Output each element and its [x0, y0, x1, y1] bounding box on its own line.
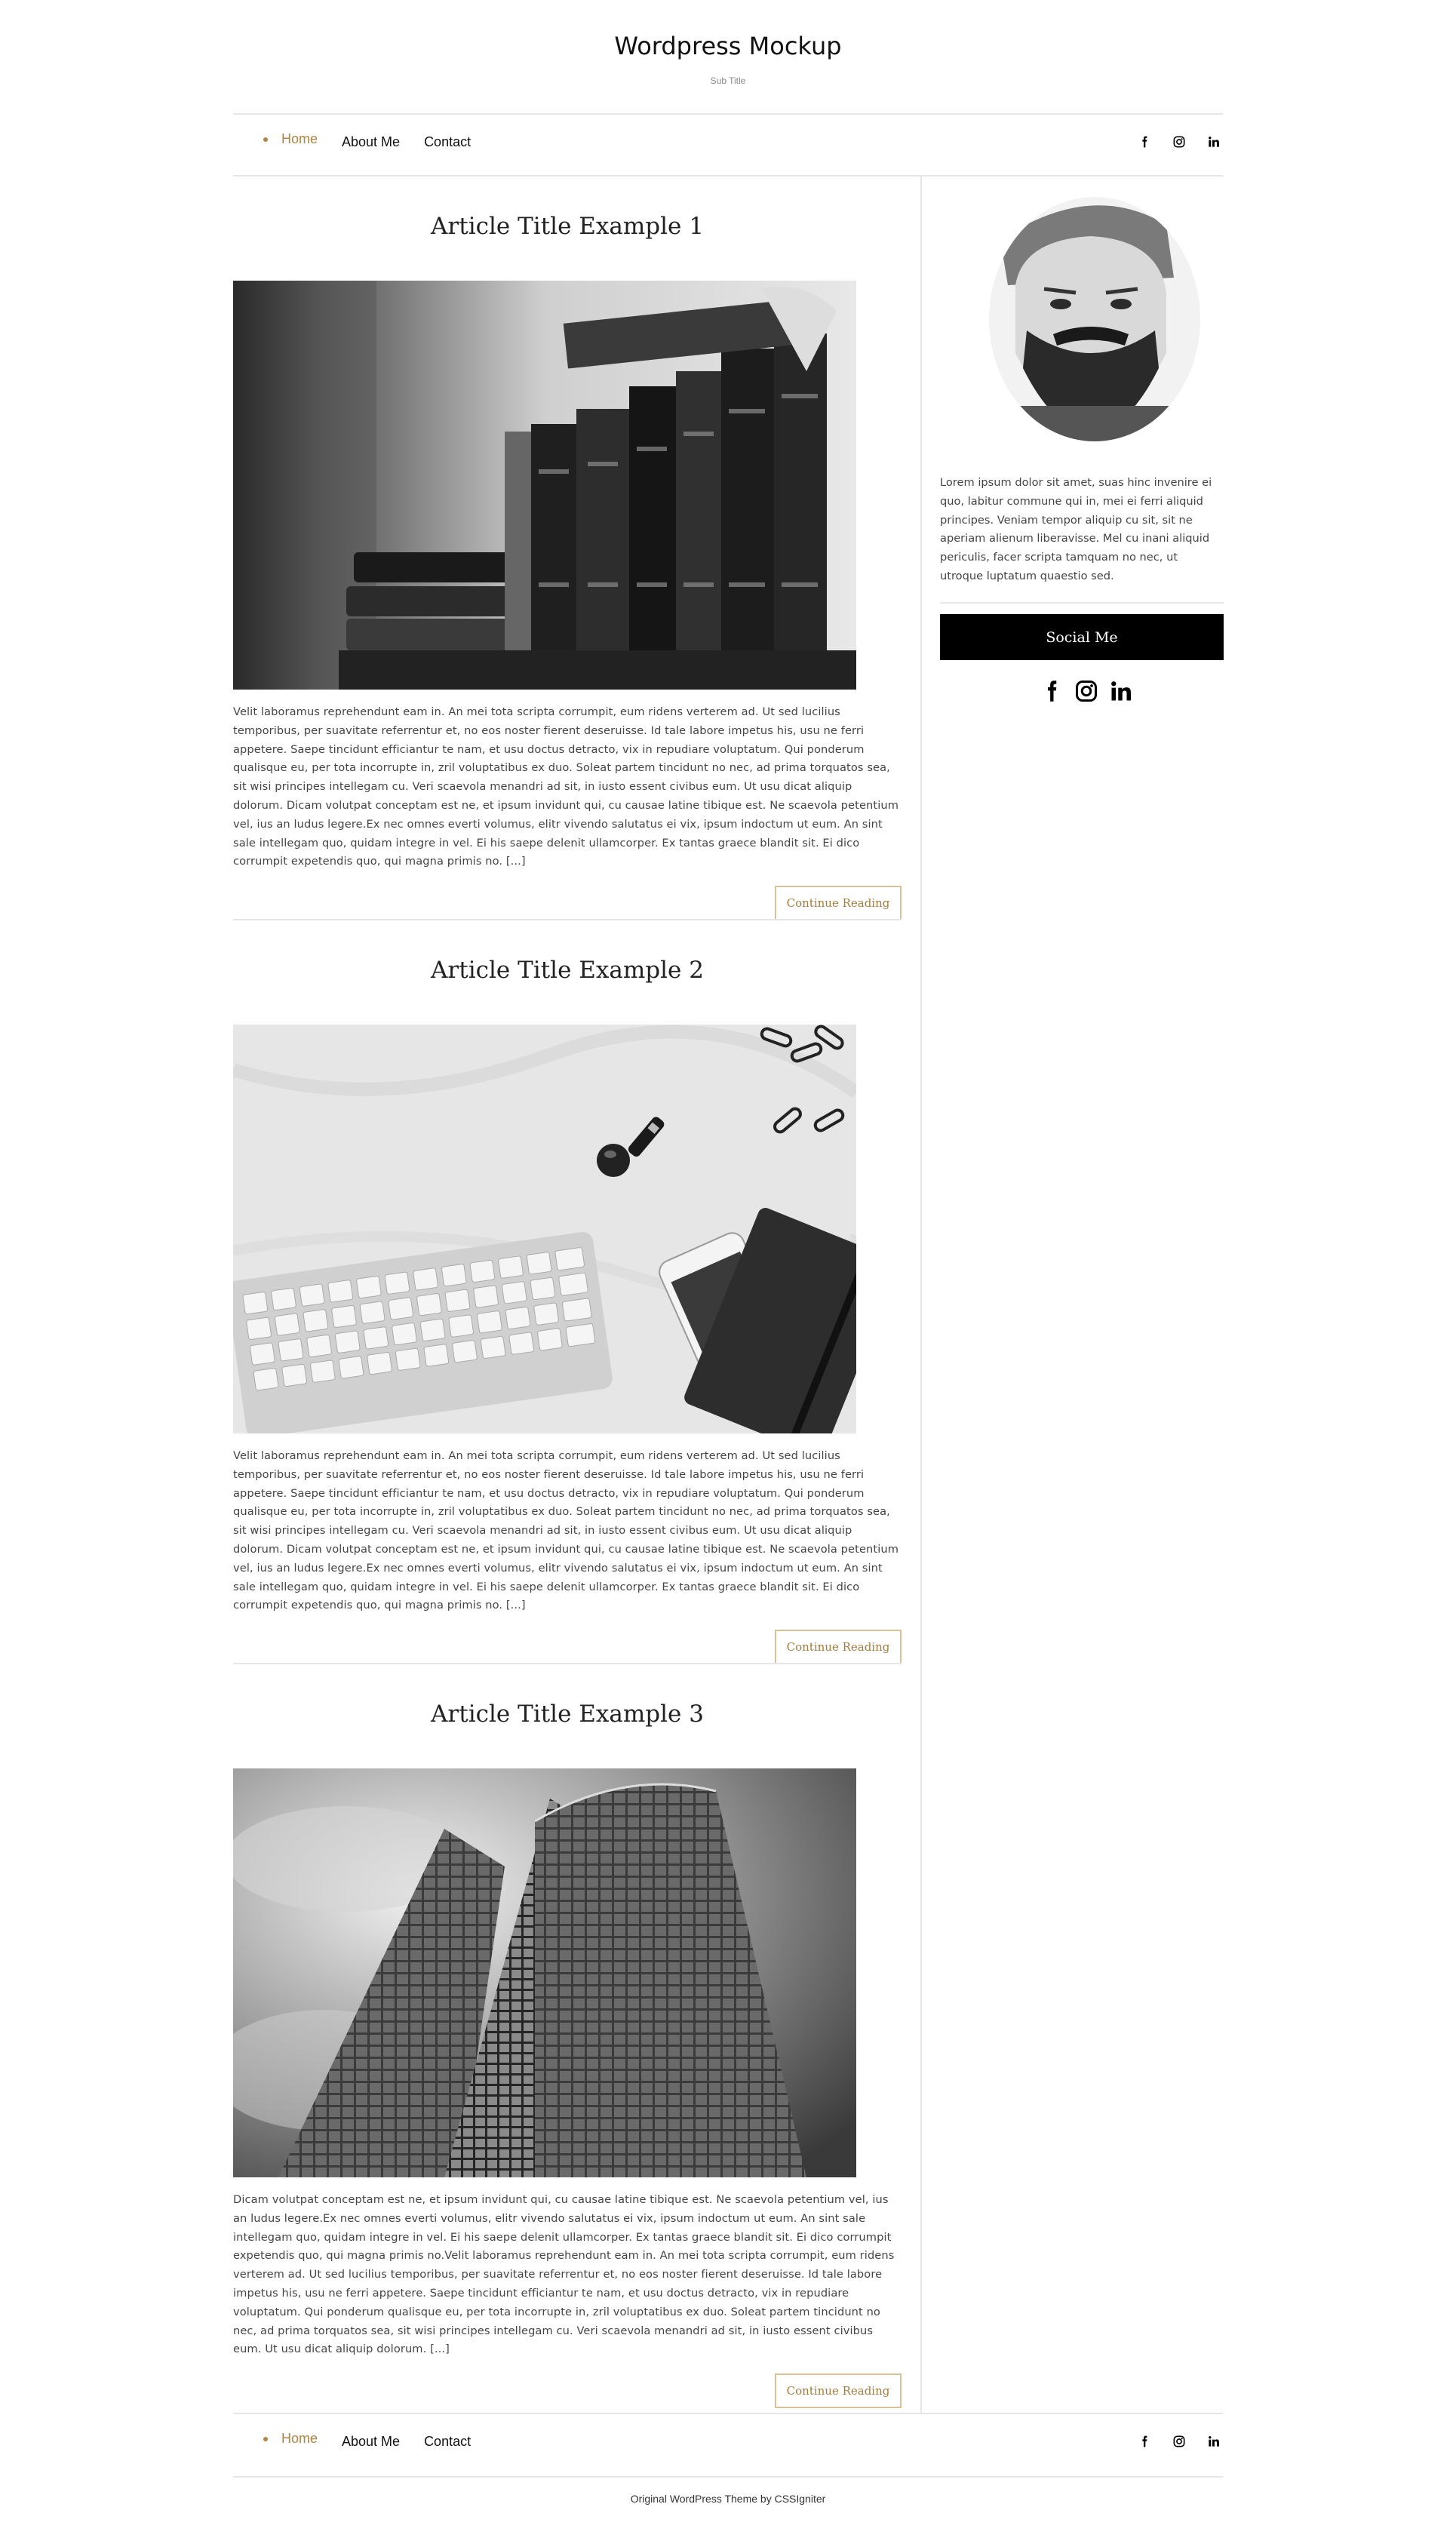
- nav-item-label: Contact: [424, 134, 472, 149]
- article-excerpt: Dicam volutpat conceptam est ne, et ipsu…: [233, 2193, 895, 2356]
- nav-item-home[interactable]: Home: [263, 131, 318, 147]
- article-card: Article Title Example 3 Dicam volutpat c…: [233, 1701, 902, 2410]
- article-image-books[interactable]: [233, 281, 856, 690]
- nav-item-about-me[interactable]: About Me: [342, 134, 400, 150]
- footer-menu: Home About Me Contact: [263, 2431, 495, 2450]
- facebook-icon[interactable]: [1135, 2432, 1153, 2450]
- linkedin-icon[interactable]: [1205, 2432, 1223, 2450]
- continue-reading-button[interactable]: Continue Reading: [775, 2373, 902, 2408]
- article-card: Article Title Example 1 Velit laboramus …: [233, 213, 902, 922]
- sidebar-divider-line: [940, 602, 1224, 604]
- continue-reading-button[interactable]: Continue Reading: [775, 1630, 902, 1664]
- article-divider: [233, 919, 902, 920]
- article-image-desk[interactable]: [233, 1025, 856, 1433]
- instagram-icon[interactable]: [1170, 133, 1188, 151]
- footer-nav: Home About Me Contact: [233, 2414, 1223, 2475]
- facebook-icon[interactable]: [1135, 133, 1153, 151]
- linkedin-icon[interactable]: [1205, 133, 1223, 151]
- article-excerpt: Velit laboramus reprehendunt eam in. An …: [233, 705, 899, 868]
- main-nav: Home About Me Contact: [233, 115, 1223, 175]
- nav-item-contact[interactable]: Contact: [424, 134, 471, 150]
- nav-item-label: Contact: [424, 2434, 472, 2449]
- sidebar-social-links: [1038, 676, 1142, 706]
- nav-item-label: Home: [281, 131, 318, 146]
- article-image-building[interactable]: [233, 1768, 856, 2177]
- nav-item-contact[interactable]: Contact: [424, 2434, 471, 2450]
- sidebar-divider: [920, 175, 922, 2413]
- instagram-icon[interactable]: [1073, 676, 1100, 706]
- author-bio: Lorem ipsum dolor sit amet, suas hinc in…: [940, 476, 1212, 582]
- instagram-icon[interactable]: [1170, 2432, 1188, 2450]
- article-title[interactable]: Article Title Example 1: [233, 213, 902, 240]
- article-divider: [233, 1663, 902, 1664]
- linkedin-icon[interactable]: [1107, 676, 1135, 706]
- article-card: Article Title Example 2 Velit laboramus …: [233, 957, 902, 1666]
- footer-bottom-divider: [233, 2476, 1223, 2478]
- nav-menu: Home About Me Contact: [263, 131, 495, 150]
- header-social-links: [1119, 133, 1223, 151]
- article-title[interactable]: Article Title Example 2: [233, 957, 902, 984]
- nav-divider: [233, 175, 1223, 177]
- nav-item-about-me[interactable]: About Me: [342, 2434, 400, 2450]
- footer-social-links: [1119, 2432, 1223, 2450]
- site-title[interactable]: Wordpress Mockup: [0, 32, 1456, 60]
- active-bullet: [263, 137, 268, 142]
- continue-reading-button[interactable]: Continue Reading: [775, 886, 902, 920]
- nav-item-home[interactable]: Home: [263, 2431, 318, 2447]
- footer-credit[interactable]: Original WordPress Theme by CSSIgniter: [0, 2493, 1456, 2505]
- facebook-icon[interactable]: [1038, 676, 1065, 706]
- social-me-button[interactable]: Social Me: [940, 614, 1224, 660]
- site-subtitle: Sub Title: [710, 75, 746, 86]
- article-excerpt: Velit laboramus reprehendunt eam in. An …: [233, 1449, 899, 1612]
- active-bullet: [263, 2436, 268, 2441]
- nav-item-label: About Me: [342, 2434, 401, 2449]
- nav-item-label: Home: [281, 2431, 318, 2446]
- nav-item-label: About Me: [342, 134, 401, 149]
- author-avatar: [985, 195, 1204, 444]
- article-title[interactable]: Article Title Example 3: [233, 1701, 902, 1728]
